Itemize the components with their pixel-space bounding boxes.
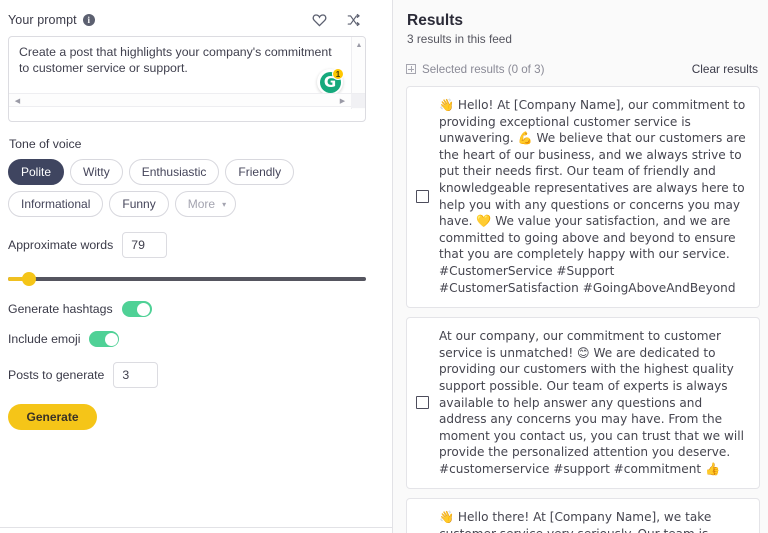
results-panel: Results 3 results in this feed Selected … [393,0,768,533]
prompt-label: Your prompt [8,13,77,27]
result-card[interactable]: At our company, our commitment to custom… [406,317,760,490]
generate-hashtags-toggle[interactable] [121,301,152,317]
plus-box-icon [406,64,416,74]
include-emoji-label: Include emoji [8,332,81,346]
results-title: Results [407,12,463,29]
shuffle-icon[interactable] [345,12,362,29]
result-text: 👋 Hello! At [Company Name], our commitme… [439,98,746,295]
scroll-up-icon[interactable]: ▲ [352,39,365,52]
prompt-textarea[interactable]: Create a post that highlights your compa… [8,36,366,122]
result-card[interactable]: 👋 Hello! At [Company Name], our commitme… [406,86,760,309]
prompt-text-value: Create a post that highlights your compa… [19,45,332,75]
approximate-words-slider[interactable] [8,271,366,287]
scroll-left-icon[interactable]: ◀ [11,94,24,108]
tone-of-voice-chips: Polite Witty Enthusiastic Friendly Infor… [8,159,360,217]
result-text: 👋 Hello there! At [Company Name], we tak… [439,510,712,533]
toggle-knob [104,332,118,346]
tone-chip-polite[interactable]: Polite [8,159,65,185]
include-emoji-row: Include emoji [8,331,368,347]
results-toolbar: Selected results (0 of 3) Clear results [393,62,768,76]
selected-results-label: Selected results (0 of 3) [422,62,545,76]
scrollbar-corner [351,94,365,108]
toggle-knob [137,302,151,316]
scroll-right-icon[interactable]: ▶ [336,94,349,108]
generate-hashtags-row: Generate hashtags [8,301,368,317]
posts-to-generate-row: Posts to generate 3 [8,362,368,388]
prompt-horizontal-scrollbar[interactable]: ◀ ▶ [9,93,365,108]
generate-button[interactable]: Generate [8,404,97,430]
prompt-settings-panel: Your prompt i Create a post that highlig… [0,0,393,533]
chevron-down-icon: ▾ [222,199,227,209]
result-text: At our company, our commitment to custom… [439,329,744,476]
tone-of-voice-label: Tone of voice [9,137,82,151]
include-emoji-toggle[interactable] [89,331,120,347]
result-checkbox[interactable] [416,190,429,204]
slider-thumb[interactable] [22,272,37,286]
info-icon[interactable]: i [82,14,95,26]
approximate-words-input[interactable]: 79 [122,232,168,258]
generate-hashtags-label: Generate hashtags [8,302,113,316]
panel-bottom-divider [0,527,393,528]
tone-chip-witty[interactable]: Witty [70,159,123,185]
tone-chip-enthusiastic[interactable]: Enthusiastic [128,159,220,185]
tone-chip-friendly[interactable]: Friendly [225,159,295,185]
posts-to-generate-input[interactable]: 3 [113,362,159,388]
clear-results-button[interactable]: Clear results [692,62,758,76]
approximate-words-label: Approximate words [8,238,114,252]
slider-track[interactable] [8,277,366,281]
tone-chip-funny[interactable]: Funny [109,191,169,217]
app-root: Your prompt i Create a post that highlig… [0,0,768,533]
grammarly-icon[interactable]: G 1 [317,68,344,95]
prompt-header-actions [311,12,368,29]
tone-more-button[interactable]: More ▾ [174,191,237,217]
tone-more-label: More [187,197,216,211]
result-card[interactable]: 👋 Hello there! At [Company Name], we tak… [406,498,760,533]
results-count: 3 results in this feed [407,32,512,46]
results-list[interactable]: 👋 Hello! At [Company Name], our commitme… [393,86,768,533]
grammarly-badge-count: 1 [332,68,344,80]
heart-icon[interactable] [311,12,328,29]
selected-results-toggle[interactable]: Selected results (0 of 3) [406,63,544,76]
result-checkbox[interactable] [416,396,429,410]
prompt-header: Your prompt i [8,9,368,31]
tone-chip-informational[interactable]: Informational [8,191,104,217]
posts-to-generate-label: Posts to generate [8,368,105,382]
approximate-words-row: Approximate words 79 [8,232,368,258]
